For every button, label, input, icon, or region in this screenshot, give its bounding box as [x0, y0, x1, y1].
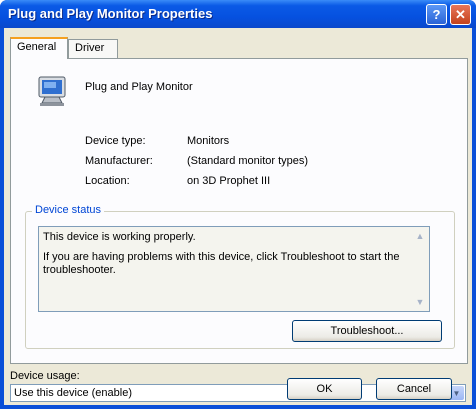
device-status-group: Device status This device is working pro…	[25, 204, 455, 349]
tab-driver[interactable]: Driver	[68, 39, 118, 58]
status-line-troubleshoot-hint: If you are having problems with this dev…	[43, 251, 400, 276]
tab-general-label: General	[17, 41, 57, 53]
ok-button-label: OK	[316, 383, 333, 395]
troubleshoot-button[interactable]: Troubleshoot...	[292, 320, 442, 342]
device-status-textbox[interactable]: This device is working properly. If you …	[38, 226, 430, 312]
close-icon: ✕	[455, 6, 466, 22]
manufacturer-label: Manufacturer:	[85, 155, 153, 167]
scroll-down-icon[interactable]: ▼	[413, 295, 427, 309]
tab-general[interactable]: General	[10, 37, 68, 59]
location-value: on 3D Prophet III	[187, 175, 271, 187]
device-type-value: Monitors	[187, 135, 230, 147]
device-usage-value: Use this device (enable)	[14, 387, 133, 399]
manufacturer-value: (Standard monitor types)	[187, 155, 309, 167]
device-name: Plug and Play Monitor	[85, 81, 193, 93]
general-tab-panel: Plug and Play Monitor Device type: Monit…	[10, 58, 468, 364]
device-type-label: Device type:	[85, 135, 146, 147]
help-icon: ?	[432, 7, 441, 22]
monitor-icon	[38, 76, 66, 106]
scroll-up-icon[interactable]: ▲	[413, 229, 427, 243]
device-status-title: Device status	[32, 204, 105, 216]
dialog-client-area: General Driver Plug and Play Monitor Dev…	[4, 28, 472, 405]
cancel-button-label: Cancel	[396, 383, 432, 395]
device-usage-label: Device usage:	[10, 370, 80, 382]
title-bar[interactable]: Plug and Play Monitor Properties ? ✕	[0, 0, 476, 28]
properties-window: Plug and Play Monitor Properties ? ✕ Gen…	[0, 0, 476, 409]
status-line-working: This device is working properly.	[43, 231, 196, 243]
tab-driver-label: Driver	[75, 42, 105, 54]
cancel-button[interactable]: Cancel	[376, 378, 452, 400]
troubleshoot-button-label: Troubleshoot...	[330, 325, 404, 337]
location-label: Location:	[85, 175, 130, 187]
close-button[interactable]: ✕	[450, 4, 471, 25]
ok-button[interactable]: OK	[287, 378, 362, 400]
window-title: Plug and Play Monitor Properties	[8, 6, 213, 21]
help-button[interactable]: ?	[426, 4, 447, 25]
